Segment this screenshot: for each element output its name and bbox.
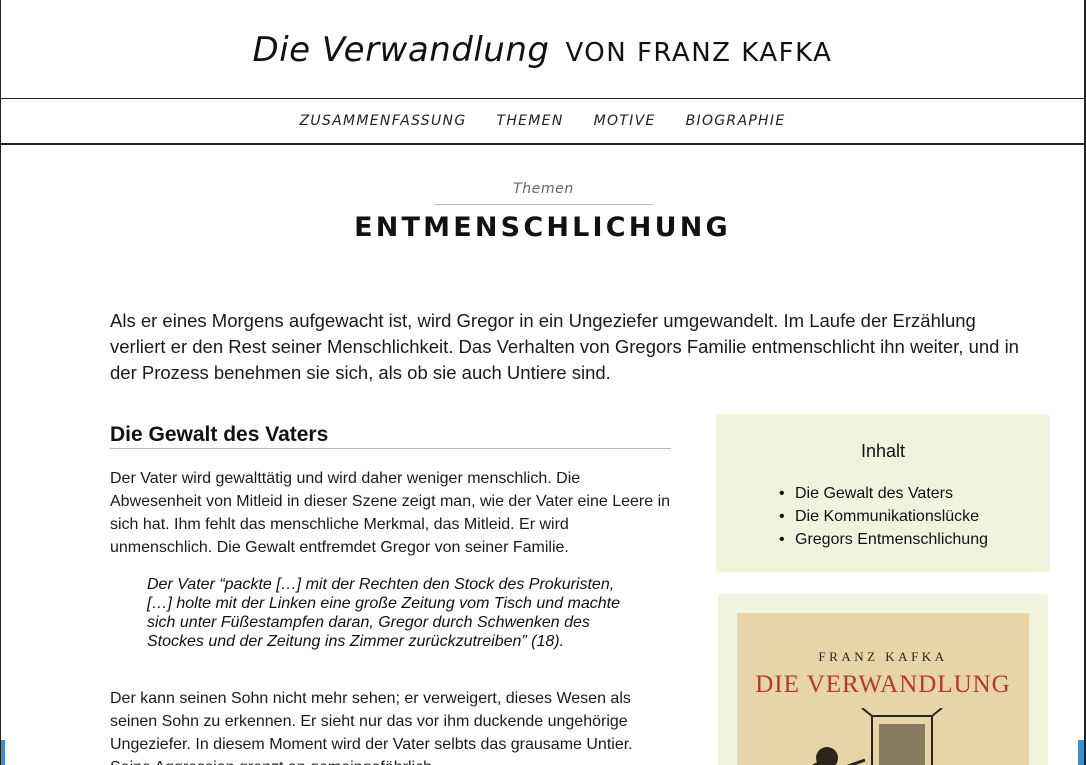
toc-item-label: Die Kommunikationslücke [795,508,980,525]
nav-item-zusammenfassung[interactable]: ZUSAMMENFASSUNG [300,113,467,129]
section-heading: Die Gewalt des Vaters [110,422,671,449]
cover-illustration [812,708,943,765]
bullet-icon: • [779,508,785,525]
category-label[interactable]: Themen [513,181,574,197]
table-of-contents: Inhalt • Die Gewalt des Vaters • Die Kommu… [716,414,1050,572]
toc-heading: Inhalt [860,441,906,461]
page-title: ENTMENSCHLICHUNG [354,212,731,243]
intro-paragraph: Als er eines Morgens aufgewacht ist, wir… [110,310,1019,383]
section-paragraph-1: Der Vater wird gewalttätig und wird dahe… [110,470,671,556]
toc-item[interactable]: • Die Gewalt des Vaters [779,482,988,505]
site-title-author: VON FRANZ KAFKA [565,38,833,68]
section-paragraph-2: Der kann seinen Sohn nicht mehr sehen; e… [110,690,633,765]
bullet-icon: • [779,485,785,502]
nav-item-biographie[interactable]: BIOGRAPHIE [686,113,786,129]
site-title-italic: Die Verwandlung [252,30,550,70]
toc-item-label: Die Gewalt des Vaters [795,485,953,502]
window-edge-left [1,740,5,765]
bullet-icon: • [779,531,785,548]
nav-item-themen[interactable]: THEMEN [496,113,563,129]
window-edge-right [1078,740,1084,765]
toc-item[interactable]: • Gregors Entmenschlichung [779,528,988,551]
page-frame: Die Verwandlung VON FRANZ KAFKA ZUSAMMENF… [0,0,1086,765]
book-cover-image: FRANZ KAFKA DIE VERWANDLUNG [737,613,1029,765]
site-title[interactable]: Die Verwandlung VON FRANZ KAFKA [1,30,1084,70]
toc-list: • Die Gewalt des Vaters • Die Kommunikatio… [779,482,988,551]
book-cover-card: FRANZ KAFKA DIE VERWANDLUNG [718,594,1048,765]
toc-item-label: Gregors Entmenschlichung [795,531,988,548]
cover-author: FRANZ KAFKA [818,649,948,664]
site-header: Die Verwandlung VON FRANZ KAFKA [1,0,1084,99]
nav-item-motive[interactable]: MOTIVE [594,113,656,129]
block-quote: Der Vater “packte […] mit der Rechten de… [147,576,620,650]
category-kicker: Themen [434,178,653,205]
main-nav: ZUSAMMENFASSUNG THEMEN MOTIVE BIOGRAPHIE [1,99,1084,145]
toc-item[interactable]: • Die Kommunikationslücke [779,505,988,528]
cover-title: DIE VERWANDLUNG [755,671,1011,698]
